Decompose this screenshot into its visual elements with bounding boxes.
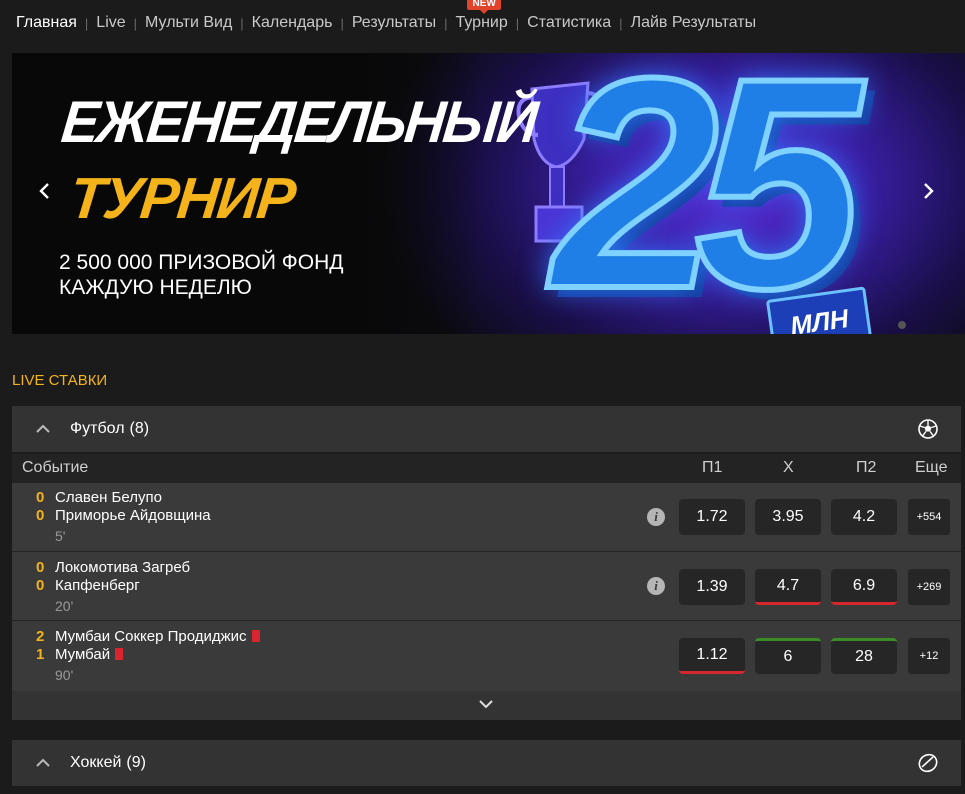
odd-x[interactable]: 4.7 <box>755 569 821 605</box>
promo-banner[interactable]: 25 МЛН ЕЖЕНЕДЕЛЬНЫЙ ТУРНИР 2 500 000 ПРИ… <box>12 53 965 334</box>
team-away: Приморье Айдовщина <box>55 507 211 524</box>
col-p2: П2 <box>856 459 877 476</box>
chevron-up-icon[interactable] <box>36 422 50 436</box>
sport-header-football[interactable]: Футбол (8) <box>12 406 961 452</box>
odd-x[interactable]: 6 <box>755 638 821 674</box>
chevron-left-icon[interactable] <box>32 181 56 205</box>
chevron-down-icon[interactable] <box>479 699 493 709</box>
nav-separator: | <box>340 15 344 31</box>
banner-subtitle: 2 500 000 ПРИЗОВОЙ ФОНД КАЖДУЮ НЕДЕЛЮ <box>59 251 344 299</box>
score-home: 2 <box>36 628 45 645</box>
match-time: 20' <box>55 598 74 614</box>
nav-item-statistics[interactable]: Статистика <box>527 14 611 32</box>
banner-big-number: 25 <box>549 53 865 334</box>
score-away: 0 <box>36 507 45 524</box>
nav-item-tournament-label: Турнир <box>455 14 508 31</box>
nav-separator: | <box>444 15 448 31</box>
col-event: Событие <box>22 459 89 476</box>
score-home: 0 <box>36 489 45 506</box>
score-away: 1 <box>36 646 45 663</box>
soccer-ball-icon <box>918 419 938 439</box>
hockey-puck-icon <box>918 753 938 773</box>
nav-separator: | <box>133 15 138 31</box>
nav-separator: | <box>515 15 520 31</box>
odd-p1[interactable]: 1.12 <box>679 638 745 674</box>
team-home: Локомотива Загреб <box>55 559 191 576</box>
col-p1: П1 <box>702 459 723 476</box>
odd-p2[interactable]: 6.9 <box>831 569 897 605</box>
nav-item-multiview[interactable]: Мульти Вид <box>145 14 232 32</box>
team-home: Мумбаи Соккер Продиджис <box>55 628 260 645</box>
nav-item-home[interactable]: Главная <box>16 14 77 32</box>
carousel-dot[interactable] <box>898 321 906 329</box>
match-time: 90' <box>55 667 74 683</box>
chevron-up-icon[interactable] <box>36 756 50 770</box>
red-card-icon <box>115 648 124 660</box>
team-away-name: Мумбай <box>55 646 111 663</box>
odd-p2[interactable]: 28 <box>831 638 897 674</box>
sport-name: Хоккей <box>70 754 122 771</box>
odd-p1[interactable]: 1.39 <box>679 569 745 605</box>
sport-header-hockey[interactable]: Хоккей (9) <box>12 740 961 786</box>
more-markets-button[interactable]: +12 <box>908 638 950 674</box>
team-home-name: Мумбаи Соккер Продиджис <box>55 628 247 645</box>
chevron-right-icon[interactable] <box>917 181 941 205</box>
red-card-icon <box>251 630 260 642</box>
show-more-bar[interactable] <box>12 691 961 720</box>
nav-item-live-results[interactable]: Лайв Результаты <box>631 14 757 32</box>
match-row[interactable]: 0 Локомотива Загреб 0 Капфенберг 20' i 1… <box>12 552 961 620</box>
nav-item-tournament[interactable]: Турнир NEW <box>455 0 508 32</box>
team-home: Славен Белупо <box>55 489 162 506</box>
match-time: 5' <box>55 528 66 544</box>
team-away: Мумбай <box>55 646 124 663</box>
banner-title-line2: ТУРНИР <box>66 166 298 231</box>
new-badge: NEW <box>467 0 501 14</box>
odd-p2[interactable]: 4.2 <box>831 499 897 535</box>
nav-separator: | <box>240 15 244 31</box>
nav-item-calendar[interactable]: Календарь <box>252 14 333 32</box>
column-header: Событие П1 X П2 Еще <box>12 454 961 483</box>
match-row[interactable]: 2 Мумбаи Соккер Продиджис 1 Мумбай 90' 1… <box>12 621 961 691</box>
score-home: 0 <box>36 559 45 576</box>
info-icon[interactable]: i <box>647 508 665 526</box>
odd-p1[interactable]: 1.72 <box>679 499 745 535</box>
top-navigation: Главная | Live | Мульти Вид | Календарь … <box>0 0 965 46</box>
live-bets-title: LIVE СТАВКИ <box>12 372 108 389</box>
nav-item-results[interactable]: Результаты <box>352 14 436 32</box>
info-icon[interactable]: i <box>647 577 665 595</box>
col-more: Еще <box>915 459 948 476</box>
sport-count: (9) <box>126 754 146 771</box>
more-markets-button[interactable]: +269 <box>908 569 950 605</box>
sport-name: Футбол <box>70 420 125 437</box>
nav-separator: | <box>84 15 89 31</box>
match-row[interactable]: 0 Славен Белупо 0 Приморье Айдовщина 5' … <box>12 483 961 551</box>
nav-separator: | <box>619 15 623 31</box>
nav-item-live[interactable]: Live <box>96 14 125 32</box>
sport-count: (8) <box>129 420 150 437</box>
banner-title-line1: ЕЖЕНЕДЕЛЬНЫЙ <box>58 88 540 155</box>
col-x: X <box>783 459 794 476</box>
odd-x[interactable]: 3.95 <box>755 499 821 535</box>
team-away: Капфенберг <box>55 577 140 594</box>
more-markets-button[interactable]: +554 <box>908 499 950 535</box>
score-away: 0 <box>36 577 45 594</box>
